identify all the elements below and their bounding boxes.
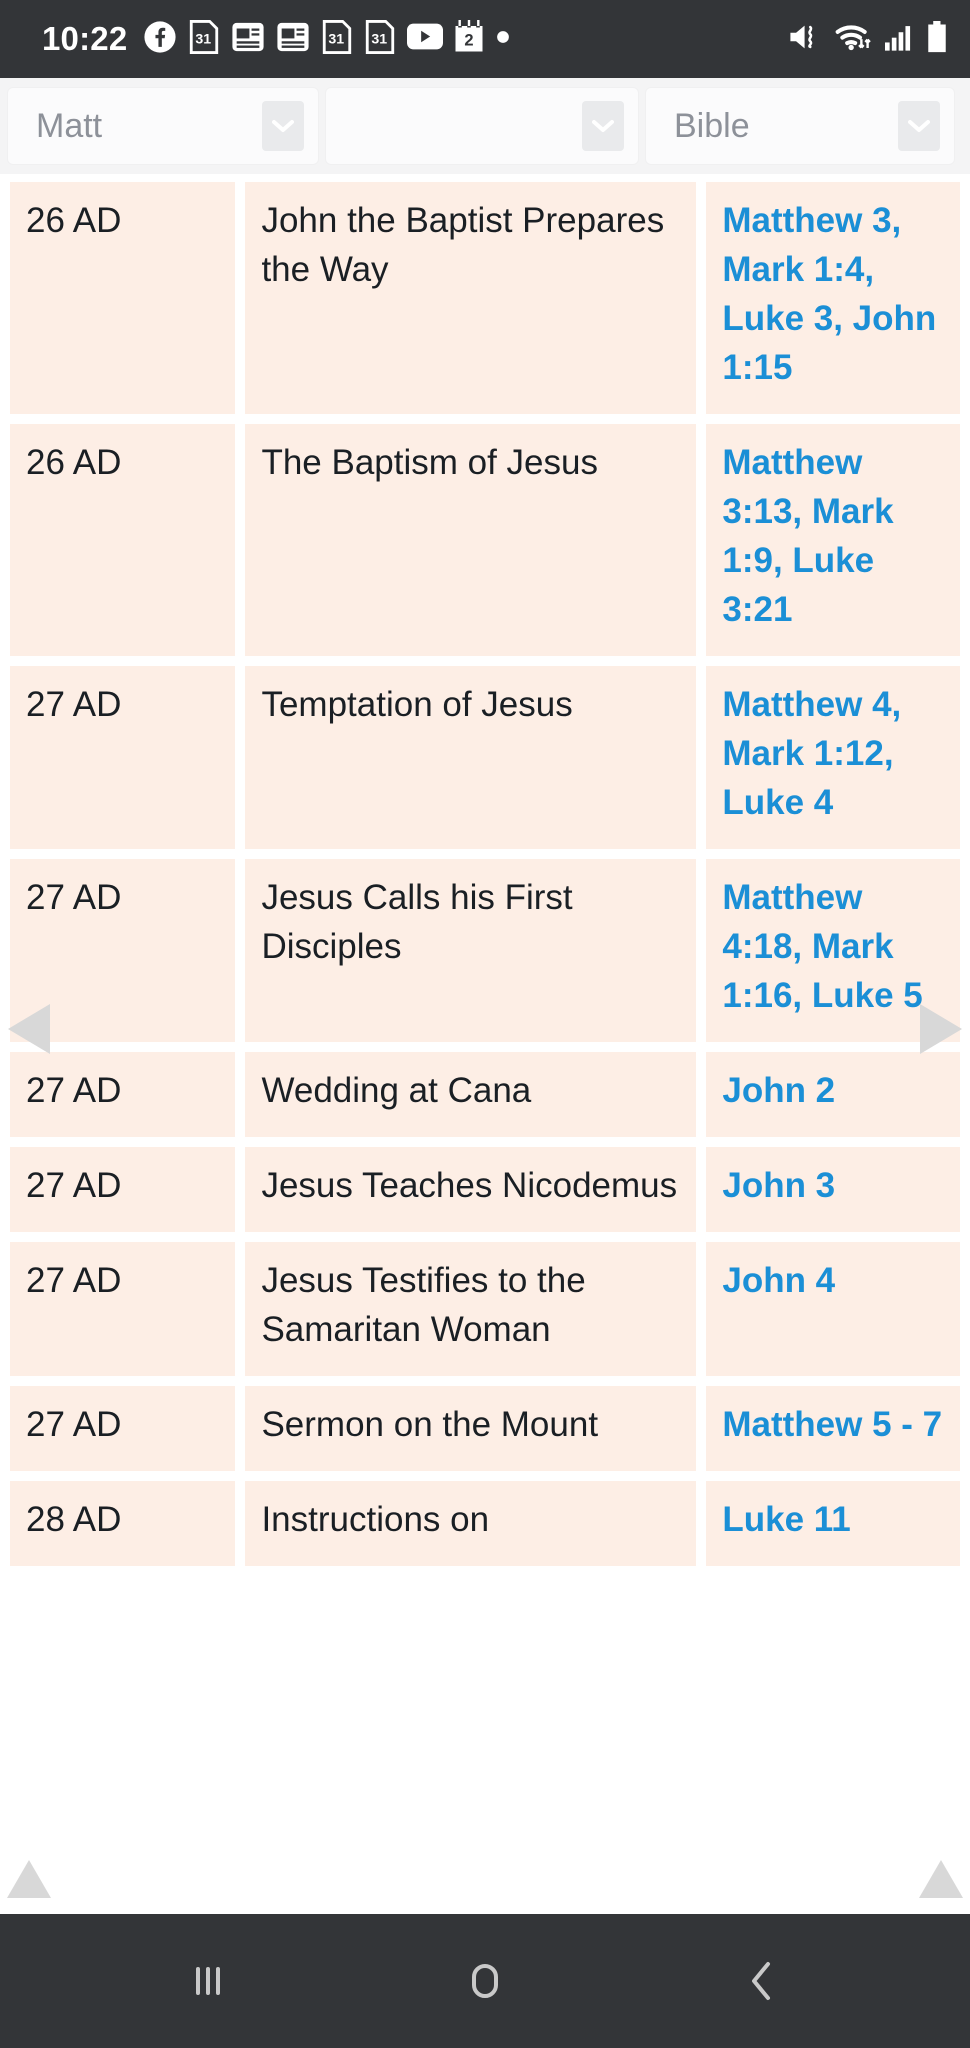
scripture-reference-link[interactable]: John 4 (722, 1261, 835, 1300)
table-row[interactable]: 27 AD Jesus Testifies to the Samaritan Wo… (10, 1242, 960, 1376)
scripture-reference-link[interactable]: Matthew 4, Mark 1:12, Luke 4 (722, 685, 901, 822)
table-row[interactable]: 27 AD Jesus Calls his First Disciples Matt… (10, 859, 960, 1042)
scroll-up-arrow-icon[interactable] (916, 1854, 966, 1900)
event-title-cell: Temptation of Jesus (245, 666, 697, 849)
news-article-icon (276, 20, 310, 59)
scripture-reference-link[interactable]: Matthew 3:13, Mark 1:9, Luke 3:21 (722, 443, 893, 629)
event-title-cell: The Baptism of Jesus (245, 424, 697, 656)
event-date-cell: 26 AD (10, 182, 236, 414)
facebook-icon (143, 20, 177, 59)
battery-icon (926, 20, 948, 58)
scripture-reference-cell[interactable]: John 2 (706, 1052, 960, 1137)
event-date-cell: 27 AD (10, 1386, 236, 1471)
youtube-icon (407, 23, 444, 55)
scripture-reference-cell[interactable]: Matthew 3:13, Mark 1:9, Luke 3:21 (706, 424, 960, 656)
table-row[interactable]: 27 AD Wedding at Cana John 2 (10, 1052, 960, 1137)
previous-page-arrow-icon[interactable] (2, 1000, 56, 1058)
scripture-reference-link[interactable]: John 2 (722, 1071, 835, 1110)
chevron-down-icon[interactable] (582, 101, 624, 151)
book-select[interactable]: Matt (8, 88, 318, 164)
table-row[interactable]: 26 AD The Baptism of Jesus Matthew 3:13, M… (10, 424, 960, 656)
event-date-cell: 27 AD (10, 666, 236, 849)
scripture-reference-cell[interactable]: John 4 (706, 1242, 960, 1376)
scroll-up-arrow-icon[interactable] (4, 1854, 54, 1900)
table-row[interactable]: 26 AD John the Baptist Prepares the Way Ma… (10, 182, 960, 414)
chapter-select[interactable] (326, 88, 638, 164)
selector-toolbar: Matt Bible (0, 78, 970, 174)
event-title-cell: Jesus Teaches Nicodemus (245, 1147, 697, 1232)
scripture-reference-cell[interactable]: Luke 11 (706, 1481, 960, 1566)
news-article-icon (231, 20, 265, 59)
scripture-reference-link[interactable]: Matthew 4:18, Mark 1:16, Luke 5 (722, 878, 922, 1015)
event-title-cell: John the Baptist Prepares the Way (245, 182, 697, 414)
version-select-value: Bible (674, 106, 750, 145)
event-title-cell: Sermon on the Mount (245, 1386, 697, 1471)
scripture-reference-link[interactable]: Matthew 3, Mark 1:4, Luke 3, John 1:15 (722, 201, 936, 387)
scripture-reference-link[interactable]: John 3 (722, 1166, 835, 1205)
status-clock: 10:22 (42, 20, 128, 57)
table-row[interactable]: 27 AD Temptation of Jesus Matthew 4, Mark … (10, 666, 960, 849)
svg-text:31: 31 (196, 31, 212, 47)
chevron-down-icon[interactable] (898, 101, 940, 151)
calendar-2-icon: 2 (454, 20, 484, 58)
scripture-reference-cell[interactable]: Matthew 4, Mark 1:12, Luke 4 (706, 666, 960, 849)
recents-icon[interactable] (148, 1931, 268, 2031)
event-date-cell: 28 AD (10, 1481, 236, 1566)
events-table-scroll-container[interactable]: 26 AD John the Baptist Prepares the Way Ma… (0, 174, 970, 1914)
back-icon[interactable] (702, 1931, 822, 2031)
event-date-cell: 27 AD (10, 1052, 236, 1137)
android-navigation-bar (0, 1914, 970, 2048)
vibrate-mute-icon (787, 20, 825, 59)
scripture-reference-cell[interactable]: Matthew 3, Mark 1:4, Luke 3, John 1:15 (706, 182, 960, 414)
event-date-cell: 26 AD (10, 424, 236, 656)
scripture-reference-cell[interactable]: John 3 (706, 1147, 960, 1232)
calendar-31-icon: 31 (321, 19, 353, 59)
scripture-reference-cell[interactable]: Matthew 5 - 7 (706, 1386, 960, 1471)
table-row[interactable]: 28 AD Instructions on Luke 11 (10, 1481, 960, 1566)
svg-text:31: 31 (329, 31, 345, 47)
home-icon[interactable] (425, 1931, 545, 2031)
chevron-down-icon[interactable] (262, 101, 304, 151)
table-row[interactable]: 27 AD Sermon on the Mount Matthew 5 - 7 (10, 1386, 960, 1471)
book-select-value: Matt (36, 106, 103, 145)
svg-text:2: 2 (465, 32, 474, 50)
table-row[interactable]: 27 AD Jesus Teaches Nicodemus John 3 (10, 1147, 960, 1232)
bible-events-table: 26 AD John the Baptist Prepares the Way Ma… (0, 174, 970, 1576)
calendar-31-icon: 31 (364, 19, 396, 59)
cellular-signal-icon (883, 22, 917, 57)
calendar-31-icon: 31 (188, 19, 220, 59)
system-status-icons (787, 20, 948, 59)
event-title-cell: Jesus Calls his First Disciples (245, 859, 697, 1042)
wifi-icon (834, 20, 874, 59)
notification-icons: 31 31 31 2 (143, 19, 787, 59)
event-title-cell: Jesus Testifies to the Samaritan Woman (245, 1242, 697, 1376)
event-date-cell: 27 AD (10, 1242, 236, 1376)
version-select[interactable]: Bible (646, 88, 954, 164)
svg-text:31: 31 (372, 31, 388, 47)
event-title-cell: Instructions on (245, 1481, 697, 1566)
event-title-cell: Wedding at Cana (245, 1052, 697, 1137)
more-notifications-dot-icon (495, 29, 511, 50)
next-page-arrow-icon[interactable] (914, 1000, 968, 1058)
scripture-reference-link[interactable]: Luke 11 (722, 1500, 850, 1539)
scripture-reference-link[interactable]: Matthew 5 - 7 (722, 1405, 942, 1444)
status-bar: 10:22 31 31 31 2 (0, 0, 970, 78)
event-date-cell: 27 AD (10, 1147, 236, 1232)
